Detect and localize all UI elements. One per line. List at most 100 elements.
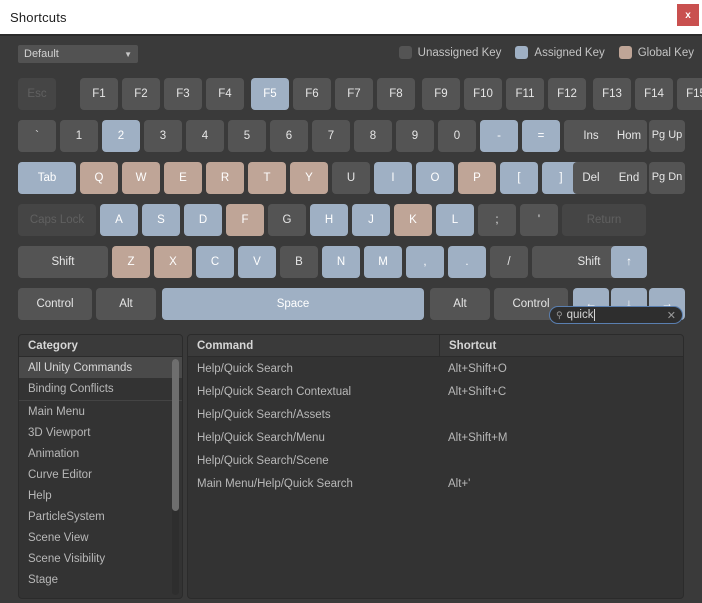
key-c[interactable]: C xyxy=(196,246,234,278)
key-=[interactable]: = xyxy=(522,120,560,152)
key-f4[interactable]: F4 xyxy=(206,78,244,110)
command-row[interactable]: Help/Quick Search/Menu Alt+Shift+M xyxy=(188,426,683,449)
key-control[interactable]: Control xyxy=(18,288,92,320)
category-list-item[interactable]: Scene View xyxy=(19,527,182,548)
key-j[interactable]: J xyxy=(352,204,390,236)
key-8[interactable]: 8 xyxy=(354,120,392,152)
key-pg-dn[interactable]: Pg Dn xyxy=(649,162,685,194)
category-list-item[interactable]: 3D Viewport xyxy=(19,422,182,443)
key-f2[interactable]: F2 xyxy=(122,78,160,110)
category-scrollbar-thumb[interactable] xyxy=(172,359,179,511)
key-v[interactable]: V xyxy=(238,246,276,278)
command-row[interactable]: Help/Quick Search Alt+Shift+O xyxy=(188,357,683,380)
key-7[interactable]: 7 xyxy=(312,120,350,152)
key-b[interactable]: B xyxy=(280,246,318,278)
command-name: Help/Quick Search Contextual xyxy=(197,385,352,398)
key-f5[interactable]: F5 xyxy=(251,78,289,110)
key-1[interactable]: 1 xyxy=(60,120,98,152)
key-'[interactable]: ' xyxy=(520,204,558,236)
key-y[interactable]: Y xyxy=(290,162,328,194)
key-ins[interactable]: Ins xyxy=(573,120,609,152)
category-list-item[interactable]: Animation xyxy=(19,443,182,464)
key-,[interactable]: , xyxy=(406,246,444,278)
key-f9[interactable]: F9 xyxy=(422,78,460,110)
category-list-item[interactable]: All Unity Commands xyxy=(19,357,182,378)
key-z[interactable]: Z xyxy=(112,246,150,278)
key-del[interactable]: Del xyxy=(573,162,609,194)
key-9[interactable]: 9 xyxy=(396,120,434,152)
key-f13[interactable]: F13 xyxy=(593,78,631,110)
key-l[interactable]: L xyxy=(436,204,474,236)
key-f6[interactable]: F6 xyxy=(293,78,331,110)
key--[interactable]: - xyxy=(480,120,518,152)
key-i[interactable]: I xyxy=(374,162,412,194)
key-space[interactable]: Space xyxy=(162,288,424,320)
key-m[interactable]: M xyxy=(364,246,402,278)
clear-icon[interactable]: ✕ xyxy=(667,309,676,322)
key-r[interactable]: R xyxy=(206,162,244,194)
category-list-item[interactable]: Stage xyxy=(19,569,182,590)
category-list-item[interactable]: Help xyxy=(19,485,182,506)
key-f14[interactable]: F14 xyxy=(635,78,673,110)
key-w[interactable]: W xyxy=(122,162,160,194)
key-n[interactable]: N xyxy=(322,246,360,278)
key-f1[interactable]: F1 xyxy=(80,78,118,110)
command-row[interactable]: Help/Quick Search Contextual Alt+Shift+C xyxy=(188,380,683,403)
key-tab[interactable]: Tab xyxy=(18,162,76,194)
key-h[interactable]: H xyxy=(310,204,348,236)
key-end[interactable]: End xyxy=(611,162,647,194)
key-q[interactable]: Q xyxy=(80,162,118,194)
key-shift[interactable]: Shift xyxy=(18,246,108,278)
key-`[interactable]: ` xyxy=(18,120,56,152)
key-f12[interactable]: F12 xyxy=(548,78,586,110)
key-f10[interactable]: F10 xyxy=(464,78,502,110)
key-0[interactable]: 0 xyxy=(438,120,476,152)
key-/[interactable]: / xyxy=(490,246,528,278)
key-f8[interactable]: F8 xyxy=(377,78,415,110)
close-icon[interactable]: x xyxy=(677,4,699,26)
search-field[interactable]: ⚲ quick ✕ xyxy=(549,306,683,324)
search-input[interactable]: quick xyxy=(567,309,594,321)
key-d[interactable]: D xyxy=(184,204,222,236)
category-list-item[interactable]: Binding Conflicts xyxy=(19,378,182,399)
key-alt[interactable]: Alt xyxy=(430,288,490,320)
command-row[interactable]: Help/Quick Search/Assets xyxy=(188,403,683,426)
key-p[interactable]: P xyxy=(458,162,496,194)
chevron-down-icon: ▼ xyxy=(124,49,132,59)
key-s[interactable]: S xyxy=(142,204,180,236)
key-x[interactable]: X xyxy=(154,246,192,278)
key-a[interactable]: A xyxy=(100,204,138,236)
command-row[interactable]: Main Menu/Help/Quick Search Alt+' xyxy=(188,472,683,495)
key-f7[interactable]: F7 xyxy=(335,78,373,110)
key-6[interactable]: 6 xyxy=(270,120,308,152)
key-f11[interactable]: F11 xyxy=(506,78,544,110)
category-list-item[interactable]: Main Menu xyxy=(19,401,182,422)
key-↑[interactable]: ↑ xyxy=(611,246,647,278)
key-.[interactable]: . xyxy=(448,246,486,278)
category-scrollbar[interactable] xyxy=(172,359,179,595)
key-alt[interactable]: Alt xyxy=(96,288,156,320)
category-list-item[interactable]: ParticleSystem xyxy=(19,506,182,527)
key-5[interactable]: 5 xyxy=(228,120,266,152)
command-row[interactable]: Help/Quick Search/Scene xyxy=(188,449,683,472)
key-o[interactable]: O xyxy=(416,162,454,194)
category-list-item[interactable]: Scene Visibility xyxy=(19,548,182,569)
key-g[interactable]: G xyxy=(268,204,306,236)
key-u[interactable]: U xyxy=(332,162,370,194)
key-2[interactable]: 2 xyxy=(102,120,140,152)
key-e[interactable]: E xyxy=(164,162,202,194)
profile-dropdown[interactable]: Default ▼ xyxy=(18,45,138,63)
key-f[interactable]: F xyxy=(226,204,264,236)
key-f15[interactable]: F15 xyxy=(677,78,702,110)
key-3[interactable]: 3 xyxy=(144,120,182,152)
key-4[interactable]: 4 xyxy=(186,120,224,152)
category-list-item[interactable]: Curve Editor xyxy=(19,464,182,485)
key-pg-up[interactable]: Pg Up xyxy=(649,120,685,152)
key-t[interactable]: T xyxy=(248,162,286,194)
key-[[interactable]: [ xyxy=(500,162,538,194)
category-panel-header: Category xyxy=(19,335,182,357)
key-k[interactable]: K xyxy=(394,204,432,236)
key-f3[interactable]: F3 xyxy=(164,78,202,110)
key-hom[interactable]: Hom xyxy=(611,120,647,152)
key-;[interactable]: ; xyxy=(478,204,516,236)
